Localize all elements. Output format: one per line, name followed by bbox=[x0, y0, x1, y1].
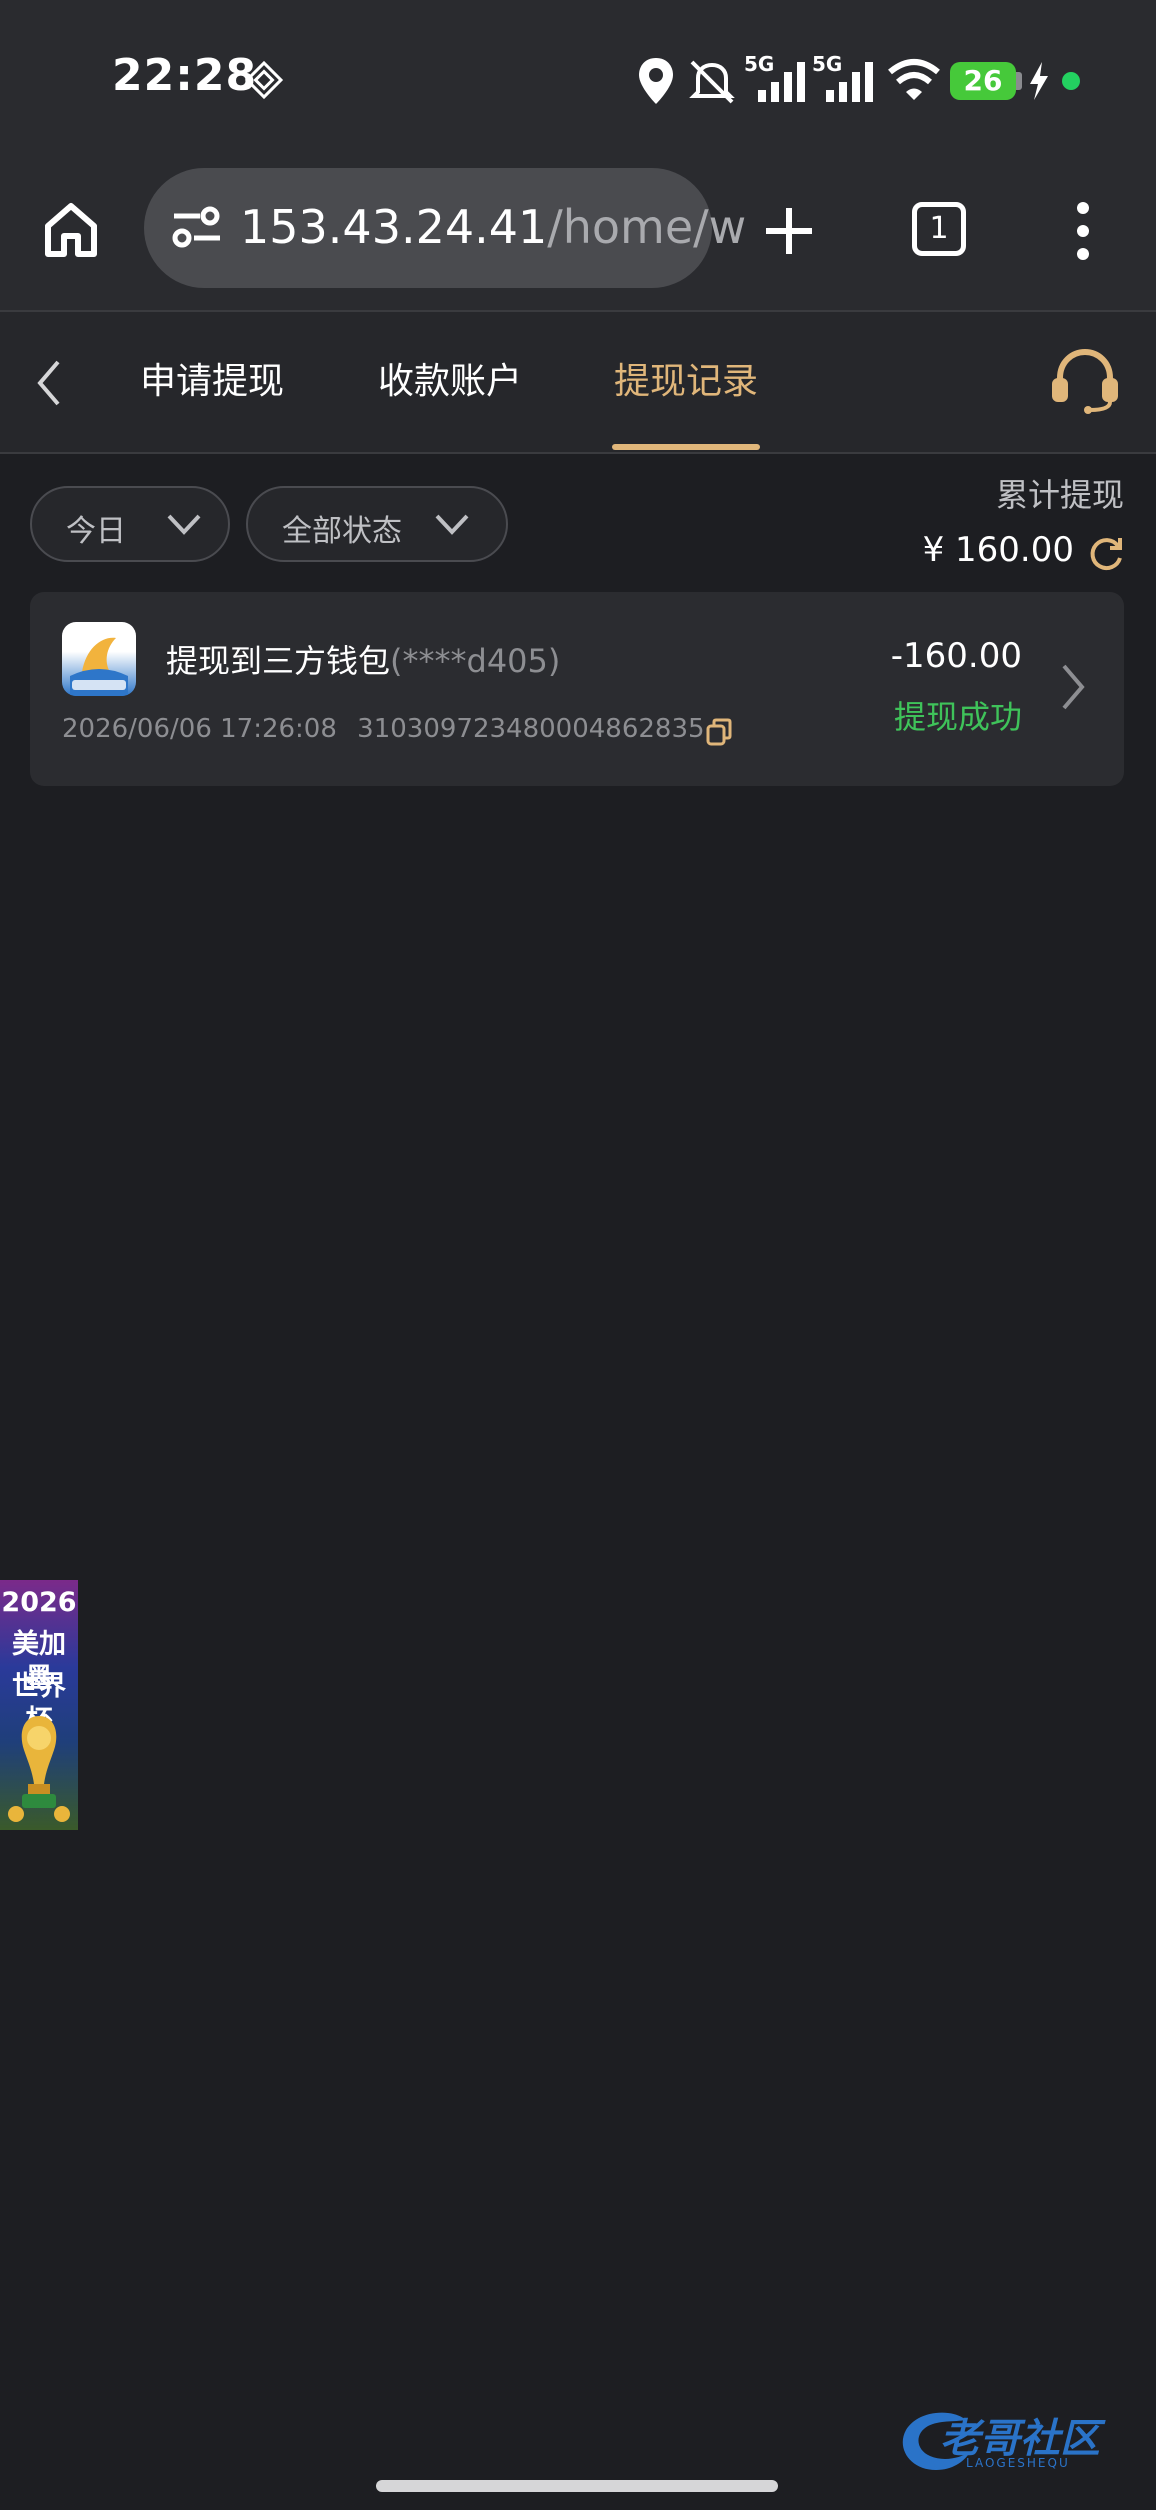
home-icon[interactable] bbox=[40, 198, 102, 260]
home-indicator[interactable] bbox=[376, 2480, 778, 2492]
wallet-app-logo bbox=[62, 622, 136, 696]
copy-icon[interactable] bbox=[706, 718, 732, 746]
browser-toolbar: 153.43.24.41/home/w 1 bbox=[0, 160, 1156, 312]
signal-icon-2 bbox=[826, 62, 873, 102]
watermark-logo: 老哥社区 LAOGESHEQU bbox=[896, 2400, 1140, 2480]
battery-icon: 26 bbox=[950, 62, 1016, 100]
record-order-id: 310309723480004862835 bbox=[357, 714, 705, 744]
withdraw-record-item[interactable]: 提现到三方钱包(****d405) 2026/06/06 17:26:08 31… bbox=[30, 592, 1124, 786]
site-settings-icon[interactable] bbox=[170, 206, 224, 250]
trophy-icon bbox=[8, 1716, 70, 1822]
url-text[interactable]: 153.43.24.41/home/w bbox=[240, 200, 746, 254]
tab-switcher-button[interactable]: 1 bbox=[912, 202, 966, 256]
mute-icon bbox=[689, 60, 735, 104]
battery-tip bbox=[1016, 72, 1022, 90]
world-cup-promo-banner[interactable]: 2026 美加墨 世界杯 bbox=[0, 1580, 78, 1830]
privacy-dot bbox=[1062, 72, 1080, 90]
url-host: 153.43.24.41 bbox=[240, 200, 548, 254]
status-time: 22:28 bbox=[112, 50, 258, 101]
chevron-down-icon bbox=[167, 514, 201, 535]
tab-payee-accounts[interactable]: 收款账户 bbox=[378, 352, 522, 404]
total-withdraw-value: ¥ 160.00 bbox=[922, 530, 1074, 570]
record-amount: -160.00 bbox=[890, 636, 1022, 676]
chevron-down-icon bbox=[435, 514, 469, 535]
tab-apply-withdraw[interactable]: 申请提现 bbox=[140, 352, 284, 404]
chevron-right-icon bbox=[1062, 664, 1085, 710]
tab-count: 1 bbox=[929, 211, 949, 246]
charging-icon bbox=[1030, 62, 1048, 100]
new-tab-icon[interactable] bbox=[762, 204, 816, 258]
url-path: /home/w bbox=[547, 200, 747, 254]
location-icon bbox=[639, 58, 673, 104]
address-bar[interactable]: 153.43.24.41/home/w bbox=[144, 168, 746, 288]
date-filter[interactable]: 今日 bbox=[30, 486, 230, 562]
wifi-icon bbox=[888, 59, 940, 100]
date-filter-label: 今日 bbox=[66, 514, 126, 549]
battery-level: 26 bbox=[963, 64, 1003, 97]
status-filter-label: 全部状态 bbox=[282, 514, 402, 549]
wallet-logo-art-icon bbox=[70, 637, 128, 696]
record-title: 提现到三方钱包(****d405) bbox=[166, 636, 560, 682]
more-menu-icon[interactable] bbox=[1070, 200, 1096, 262]
page-tab-bar: 申请提现 收款账户 提现记录 bbox=[0, 312, 1156, 454]
active-tab-indicator bbox=[612, 444, 760, 450]
record-status: 提现成功 bbox=[893, 698, 1022, 736]
signal-icon-1 bbox=[758, 62, 805, 102]
watermark-subtext: LAOGESHEQU bbox=[966, 2456, 1070, 2470]
status-bar: 22:28 5G 5G 26 bbox=[0, 0, 1156, 160]
record-datetime: 2026/06/06 17:26:08 bbox=[62, 714, 337, 744]
banner-line-1: 2026 bbox=[1, 1587, 77, 1618]
record-title-text: 提现到三方钱包 bbox=[166, 642, 391, 680]
total-withdraw-label: 累计提现 bbox=[995, 476, 1124, 514]
customer-service-icon[interactable] bbox=[1050, 348, 1120, 414]
nfc-icon bbox=[244, 60, 284, 100]
back-chevron-icon[interactable] bbox=[34, 358, 64, 408]
record-meta: 2026/06/06 17:26:08 31030972348000486283… bbox=[62, 714, 705, 744]
refresh-icon[interactable] bbox=[1086, 534, 1126, 574]
status-filter[interactable]: 全部状态 bbox=[246, 486, 508, 562]
record-account-mask: (****d405) bbox=[390, 642, 561, 680]
tab-withdraw-records[interactable]: 提现记录 bbox=[614, 352, 758, 404]
